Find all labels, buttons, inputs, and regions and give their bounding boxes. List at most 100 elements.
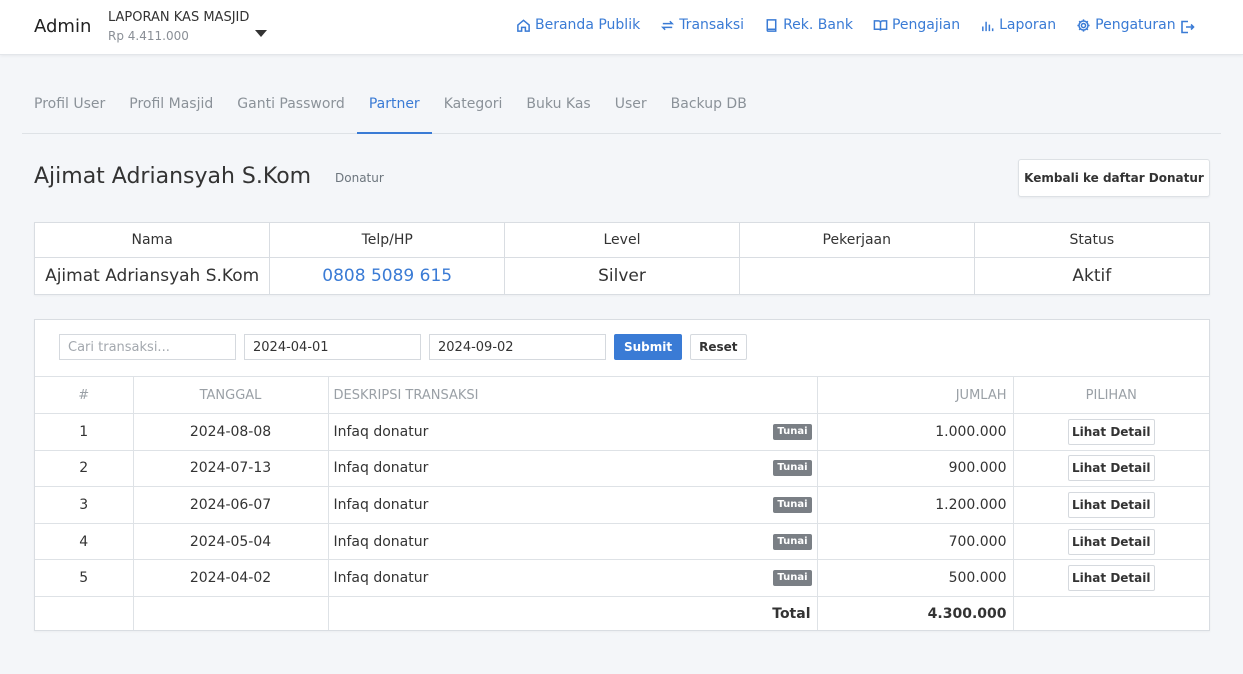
tab-partner[interactable]: Partner [356, 84, 432, 134]
tab-buku-kas[interactable]: Buku Kas [514, 84, 602, 134]
date-to-input[interactable] [429, 334, 606, 360]
view-detail-button[interactable]: Lihat Detail [1067, 565, 1155, 592]
col-header-deskripsi: DESKRIPSI TRANSAKSI [328, 376, 818, 414]
tab-profil-user[interactable]: Profil User [22, 84, 117, 134]
info-nama: Ajimat Adriansyah S.Kom [35, 257, 271, 294]
row-description: Infaq donatur Tunai [328, 523, 818, 561]
table-row: 1 2024-08-08 Infaq donatur Tunai 1.000.00… [35, 413, 1209, 451]
bar-chart-icon [982, 21, 994, 31]
main-nav: Beranda Publik Transaksi Rek. Bank Penga… [516, 17, 1196, 33]
row-options: Lihat Detail [1013, 523, 1209, 561]
total-spacer [133, 596, 329, 631]
org-balance: Rp 4.411.000 [108, 29, 189, 43]
row-description: Infaq donatur Tunai [328, 486, 818, 524]
col-header-tanggal: TANGGAL [133, 376, 329, 414]
payment-badge: Tunai [773, 570, 812, 587]
exchange-icon [661, 20, 675, 30]
info-level: Silver [504, 257, 740, 294]
total-spacer [1013, 596, 1209, 630]
gear-icon [1077, 18, 1090, 32]
brand-label[interactable]: Admin [34, 16, 91, 37]
col-header-no: # [35, 376, 134, 414]
info-header-nama: Nama [35, 223, 271, 258]
nav-laporan[interactable]: Laporan [980, 17, 1056, 33]
date-from-input[interactable] [244, 334, 421, 360]
org-name: LAPORAN KAS MASJID [108, 10, 250, 25]
transactions-card: Submit Reset # TANGGAL DESKRIPSI TRANSAK… [34, 319, 1210, 631]
partner-info-table: Nama Telp/HP Level Pekerjaan Status Ajim… [34, 222, 1210, 295]
info-header-level: Level [504, 223, 740, 258]
info-header-telp: Telp/HP [269, 223, 506, 258]
nav-label: Beranda Publik [535, 17, 641, 33]
row-number: 4 [35, 523, 134, 561]
tab-ganti-password[interactable]: Ganti Password [225, 84, 357, 134]
row-number: 1 [35, 413, 134, 451]
home-icon [517, 18, 530, 32]
submit-button[interactable]: Submit [614, 334, 683, 360]
row-amount: 700.000 [817, 523, 1014, 561]
row-amount: 500.000 [817, 559, 1014, 597]
tab-profil-masjid[interactable]: Profil Masjid [117, 84, 225, 134]
view-detail-button[interactable]: Lihat Detail [1067, 418, 1155, 445]
row-description: Infaq donatur Tunai [328, 413, 818, 451]
payment-badge: Tunai [773, 533, 812, 550]
row-number: 3 [35, 486, 134, 524]
nav-pengajian[interactable]: Pengajian [873, 17, 960, 33]
book-icon [766, 18, 777, 32]
row-description-text: Infaq donatur [333, 533, 429, 550]
nav-rek-bank[interactable]: Rek. Bank [764, 17, 853, 33]
search-input[interactable] [59, 334, 236, 360]
transactions-table: # TANGGAL DESKRIPSI TRANSAKSI JUMLAH PIL… [35, 376, 1209, 631]
row-amount: 1.000.000 [817, 413, 1014, 451]
table-row: 3 2024-06-07 Infaq donatur Tunai 1.200.00… [35, 486, 1209, 524]
view-detail-button[interactable]: Lihat Detail [1067, 528, 1155, 555]
settings-tabs: Profil User Profil Masjid Ganti Password… [22, 84, 1221, 134]
row-amount: 900.000 [817, 450, 1014, 488]
back-to-donatur-list-button[interactable]: Kembali ke daftar Donatur [1018, 159, 1210, 197]
nav-pengaturan[interactable]: Pengaturan [1076, 17, 1176, 33]
nav-transaksi[interactable]: Transaksi [660, 17, 744, 33]
tab-backup-db[interactable]: Backup DB [659, 84, 759, 134]
payment-badge: Tunai [773, 423, 812, 440]
caret-down-icon[interactable] [255, 30, 267, 37]
transaction-filter: Submit Reset [59, 334, 747, 360]
table-row: 5 2024-04-02 Infaq donatur Tunai 500.000 … [35, 559, 1209, 597]
total-row: Total 4.300.000 [35, 596, 1209, 631]
info-header-pekerjaan: Pekerjaan [739, 223, 975, 258]
info-telp-link[interactable]: 0808 5089 615 [269, 257, 506, 294]
partner-role: Donatur [335, 171, 384, 185]
nav-label: Pengaturan [1095, 17, 1176, 33]
view-detail-button[interactable]: Lihat Detail [1067, 491, 1155, 518]
org-switcher[interactable]: LAPORAN KAS MASJID Rp 4.411.000 [108, 9, 249, 45]
total-spacer [35, 596, 134, 631]
total-label: Total [328, 596, 818, 631]
info-status: Aktif [1072, 265, 1112, 286]
tab-user[interactable]: User [603, 84, 659, 134]
payment-badge: Tunai [773, 496, 812, 513]
info-pekerjaan [739, 257, 975, 294]
row-date: 2024-04-02 [133, 559, 329, 597]
row-date: 2024-06-07 [133, 486, 329, 524]
row-description: Infaq donatur Tunai [328, 559, 818, 597]
tab-kategori[interactable]: Kategori [432, 84, 515, 134]
row-options: Lihat Detail [1013, 486, 1209, 524]
payment-badge: Tunai [773, 460, 812, 477]
view-detail-button[interactable]: Lihat Detail [1067, 455, 1155, 482]
nav-label: Laporan [999, 17, 1057, 33]
page-title: Ajimat Adriansyah S.Kom [34, 164, 312, 189]
col-header-jumlah: JUMLAH [817, 376, 1014, 414]
logout-icon [1181, 20, 1195, 34]
row-options: Lihat Detail [1013, 413, 1209, 451]
row-date: 2024-05-04 [133, 523, 329, 561]
table-row: 4 2024-05-04 Infaq donatur Tunai 700.000 … [35, 523, 1209, 561]
info-header-status: Status [974, 223, 1209, 258]
row-number: 5 [35, 559, 134, 597]
open-book-icon [873, 19, 888, 31]
reset-button[interactable]: Reset [690, 334, 747, 360]
nav-beranda-publik[interactable]: Beranda Publik [516, 17, 640, 33]
row-number: 2 [35, 450, 134, 488]
logout-button[interactable] [1179, 19, 1195, 39]
table-row: 2 2024-07-13 Infaq donatur Tunai 900.000 … [35, 450, 1209, 488]
nav-label: Pengajian [891, 17, 961, 33]
row-options: Lihat Detail [1013, 559, 1209, 597]
